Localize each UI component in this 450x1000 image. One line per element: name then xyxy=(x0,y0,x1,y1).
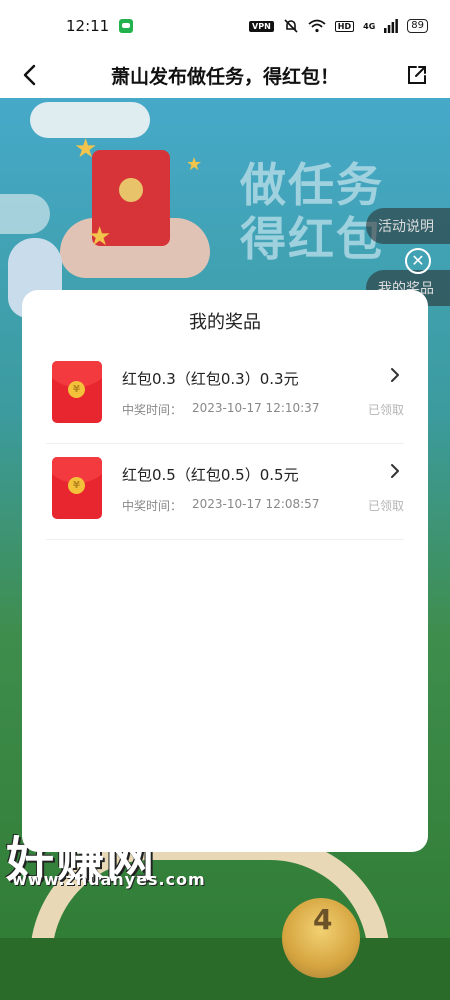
chevron-right-icon xyxy=(391,368,399,382)
signal-icon xyxy=(384,19,399,33)
prize-time-label: 中奖时间： xyxy=(122,403,183,417)
coin-step-number: 4 xyxy=(313,903,333,936)
cloud xyxy=(30,102,150,138)
banner-headline: 做任务 得红包 xyxy=(240,158,384,266)
wechat-notification-icon xyxy=(119,19,134,33)
modal-title: 我的奖品 xyxy=(189,312,261,333)
prize-item[interactable]: ¥ 红包0.5（红包0.5）0.5元 中奖时间： 2023-10-17 12:0… xyxy=(46,444,404,540)
share-button[interactable] xyxy=(402,60,432,90)
battery-indicator: 89 xyxy=(407,19,428,33)
cloud xyxy=(0,194,50,234)
prize-item[interactable]: ¥ 红包0.3（红包0.3）0.3元 中奖时间： 2023-10-17 12:1… xyxy=(46,348,404,444)
ground xyxy=(0,938,450,1000)
my-prizes-modal: 我的奖品 ¥ 红包0.3（红包0.3）0.3元 中奖时间： 2023-10-17… xyxy=(22,290,428,852)
star-decoration: ★ xyxy=(88,222,112,252)
title-bar: 萧山发布做任务，得红包！ xyxy=(0,52,450,98)
hd-badge: HD xyxy=(334,20,355,32)
prize-time: 2023-10-17 12:08:57 xyxy=(192,497,320,511)
status-left: 12:11 xyxy=(66,17,134,35)
status-right: VPN HD 4G 89 xyxy=(249,18,428,34)
star-decoration: ★ xyxy=(74,134,98,164)
chevron-right-icon xyxy=(391,464,399,478)
prize-status: 已领取 xyxy=(367,499,404,513)
yuan-coin-icon: ¥ xyxy=(68,477,85,494)
banner-line-1: 做任务 xyxy=(240,158,384,212)
yuan-coin-icon: ¥ xyxy=(68,381,85,398)
prize-name: 红包0.5（红包0.5）0.5元 xyxy=(122,466,299,484)
red-packet-thumbnail: ¥ xyxy=(52,361,102,423)
share-external-icon xyxy=(408,66,426,84)
watermark-url: www.zhuanyes.com xyxy=(12,870,206,889)
status-time: 12:11 xyxy=(66,17,110,35)
prize-name: 红包0.3（红包0.3）0.3元 xyxy=(122,370,299,388)
prize-status: 已领取 xyxy=(367,403,404,417)
red-packet-thumbnail: ¥ xyxy=(52,457,102,519)
prize-time-label: 中奖时间： xyxy=(122,499,183,513)
activity-rules-tab[interactable]: 活动说明 xyxy=(366,208,450,244)
star-decoration: ★ xyxy=(186,154,203,175)
prize-list: ¥ 红包0.3（红包0.3）0.3元 中奖时间： 2023-10-17 12:1… xyxy=(46,348,404,540)
network-type: 4G xyxy=(363,21,376,31)
status-bar: 12:11 VPN HD 4G 89 xyxy=(0,0,450,52)
back-button[interactable] xyxy=(14,60,44,90)
vpn-badge: VPN xyxy=(249,20,274,32)
chevron-left-icon xyxy=(23,64,36,86)
mute-bell-icon xyxy=(284,19,298,33)
prize-time: 2023-10-17 12:10:37 xyxy=(192,401,320,415)
page-title: 萧山发布做任务，得红包！ xyxy=(110,65,339,88)
wifi-icon xyxy=(308,19,326,33)
close-icon[interactable]: ✕ xyxy=(405,248,431,274)
banner-line-2: 得红包 xyxy=(240,212,384,266)
